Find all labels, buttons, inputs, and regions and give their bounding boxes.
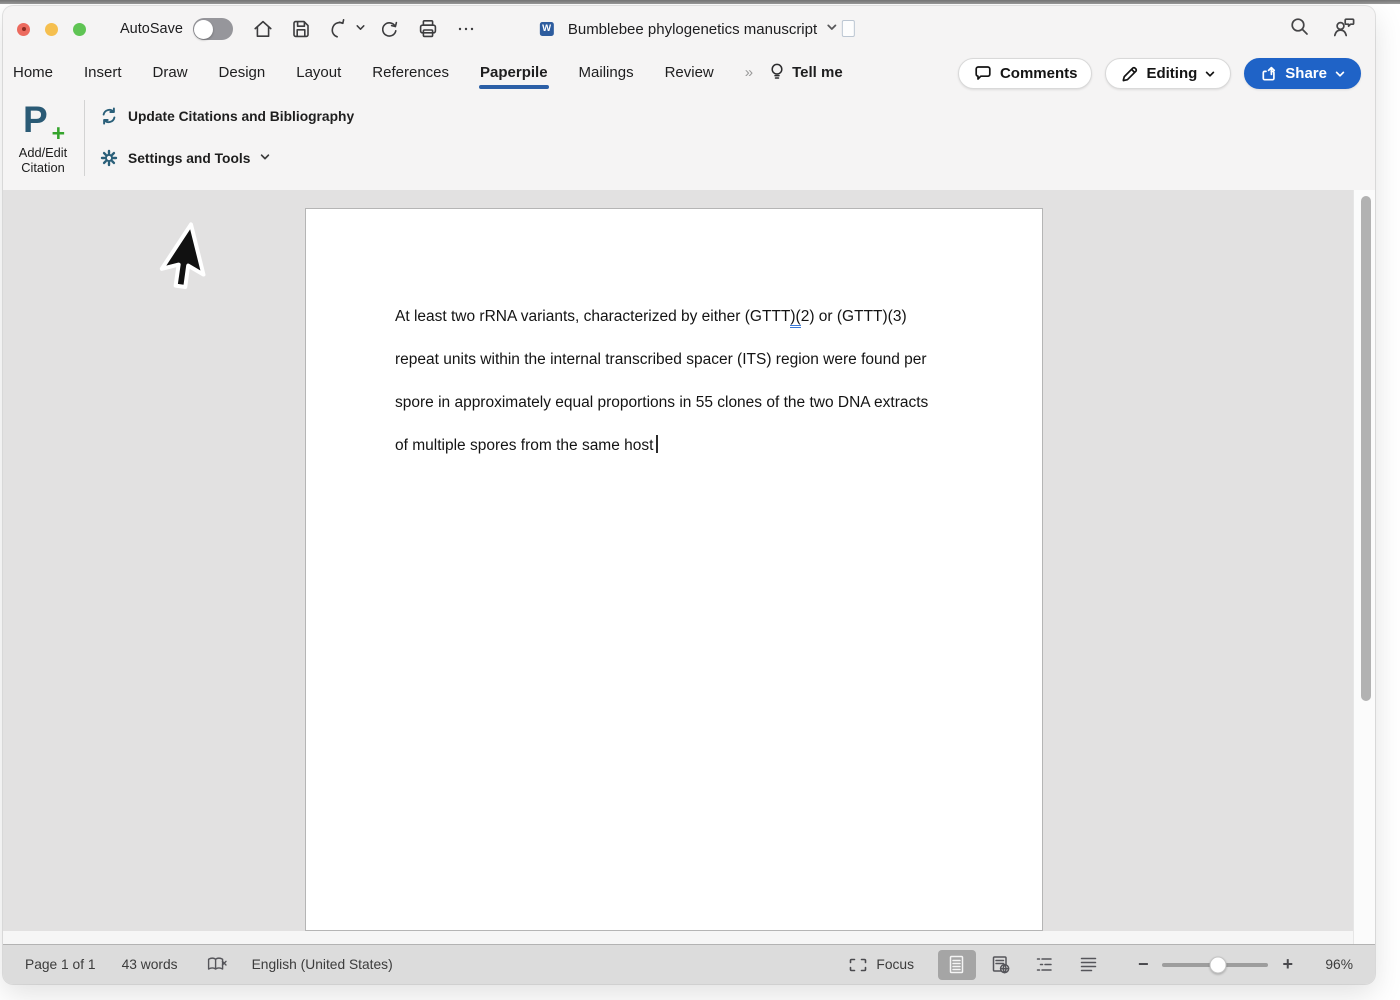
presence-people-icon[interactable] (1331, 15, 1357, 44)
more-commands-icon[interactable] (452, 15, 480, 43)
home-icon[interactable] (249, 15, 277, 43)
tab-draw[interactable]: Draw (153, 64, 188, 81)
focus-mode-button[interactable]: Focus (848, 957, 914, 973)
add-edit-citation-label: Add/Edit Citation (19, 145, 67, 176)
update-citations-button[interactable]: Update Citations and Bibliography (99, 106, 354, 126)
word-window: AutoSave (3, 6, 1375, 984)
undo-dropdown-chevron-icon[interactable] (355, 20, 366, 38)
menubar-edge (0, 0, 1400, 4)
ribbon-group-divider (84, 100, 85, 176)
document-text: At least two rRNA variants, characterize… (395, 295, 950, 467)
language-status[interactable]: English (United States) (252, 957, 393, 972)
share-icon (1259, 64, 1278, 83)
vertical-scrollbar-thumb[interactable] (1361, 196, 1371, 701)
gear-icon (99, 148, 119, 168)
zoom-window-button[interactable] (73, 23, 86, 36)
minimize-window-button[interactable] (45, 23, 58, 36)
paragraph[interactable]: of multiple spores from the same host (395, 424, 950, 467)
vertical-scrollbar-track[interactable] (1353, 190, 1375, 944)
document-title-menu[interactable]: W Bumblebee phylogenetics manuscript (540, 6, 838, 52)
outline-view-button[interactable] (1026, 950, 1064, 980)
tab-insert[interactable]: Insert (84, 64, 122, 81)
tab-home[interactable]: Home (13, 64, 53, 81)
zoom-controls: − + 96% (1130, 954, 1353, 975)
editing-chevron-down-icon (1204, 68, 1216, 80)
grammar-suggestion[interactable]: )( (790, 308, 800, 328)
titlebar: AutoSave (3, 6, 1375, 52)
print-icon[interactable] (414, 15, 442, 43)
paragraph[interactable]: spore in approximately equal proportions… (395, 381, 950, 424)
settings-chevron-down-icon (259, 151, 271, 166)
redo-icon[interactable] (376, 15, 404, 43)
comments-button[interactable]: Comments (958, 58, 1093, 89)
text-cursor (656, 435, 658, 453)
page-count[interactable]: Page 1 of 1 (25, 957, 96, 972)
comment-bubble-icon (973, 64, 993, 83)
focus-icon (848, 957, 868, 973)
pencil-icon (1120, 64, 1139, 83)
share-button[interactable]: Share (1244, 58, 1361, 89)
tab-mailings[interactable]: Mailings (579, 64, 634, 81)
autosave-label: AutoSave (120, 21, 183, 37)
save-icon[interactable] (287, 15, 315, 43)
zoom-level[interactable]: 96% (1301, 957, 1353, 972)
settings-tools-button[interactable]: Settings and Tools (99, 148, 271, 168)
undo-icon[interactable] (325, 15, 353, 43)
paperpile-ribbon: P + Add/Edit Citation Update Citations a… (3, 92, 1375, 189)
paragraph[interactable]: At least two rRNA variants, characterize… (395, 295, 950, 338)
traffic-lights (17, 23, 86, 36)
editing-mode-button[interactable]: Editing (1105, 58, 1231, 89)
add-edit-citation-button[interactable]: P + Add/Edit Citation (7, 98, 79, 182)
autosave-toggle[interactable] (193, 18, 233, 40)
mouse-pointer-icon (145, 219, 212, 305)
draft-view-button[interactable] (1070, 950, 1108, 980)
document-area: At least two rRNA variants, characterize… (3, 190, 1375, 944)
document-page[interactable]: At least two rRNA variants, characterize… (305, 208, 1043, 931)
zoom-slider-thumb[interactable] (1209, 956, 1226, 973)
document-title[interactable]: Bumblebee phylogenetics manuscript (568, 21, 817, 38)
tab-review[interactable]: Review (665, 64, 714, 81)
print-layout-view-button[interactable] (938, 950, 976, 980)
tell-me-button[interactable]: Tell me (768, 62, 843, 82)
active-tab-underline (479, 85, 549, 89)
zoom-slider[interactable] (1162, 963, 1268, 967)
horizontal-scroll-strip (3, 931, 1353, 944)
paragraph[interactable]: repeat units within the internal transcr… (395, 338, 950, 381)
tab-references[interactable]: References (372, 64, 449, 81)
autosave-toggle-knob (194, 20, 213, 39)
zoom-out-button[interactable]: − (1130, 954, 1157, 975)
lightbulb-icon (768, 62, 786, 82)
zoom-in-button[interactable]: + (1274, 954, 1301, 975)
title-chevron-down-icon[interactable] (826, 20, 838, 38)
tab-design[interactable]: Design (219, 64, 266, 81)
tab-paperpile[interactable]: Paperpile (480, 64, 548, 81)
word-document-icon: W (540, 19, 559, 39)
paperpile-logo-icon: P + (23, 98, 63, 142)
search-icon[interactable] (1288, 15, 1311, 43)
proofing-status-icon[interactable] (206, 955, 228, 974)
word-count[interactable]: 43 words (122, 957, 178, 972)
web-layout-view-button[interactable] (982, 950, 1020, 980)
share-chevron-down-icon (1334, 68, 1346, 80)
sync-icon (99, 106, 119, 126)
tab-layout[interactable]: Layout (296, 64, 341, 81)
status-bar: Page 1 of 1 43 words English (United Sta… (3, 944, 1375, 984)
tabs-overflow-icon[interactable]: » (745, 64, 754, 81)
close-window-button[interactable] (17, 23, 30, 36)
